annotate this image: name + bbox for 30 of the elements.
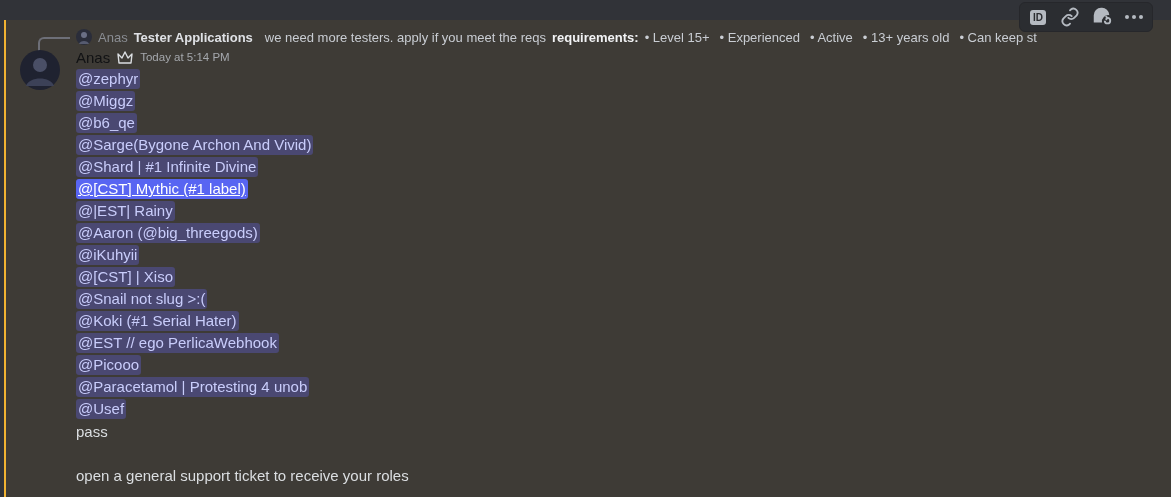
- user-mention[interactable]: @Sarge(Bygone Archon And Vivid): [76, 135, 314, 155]
- message-text: open a general support ticket to receive your roles: [76, 466, 409, 484]
- user-mention[interactable]: @Picooo: [76, 355, 142, 375]
- user-mention[interactable]: @EST // ego PerlicaWebhook: [76, 333, 279, 353]
- user-mention[interactable]: @Paracetamol | Protesting 4 unob: [76, 377, 310, 397]
- user-mention[interactable]: @|EST| Rainy: [76, 201, 175, 221]
- reply-title: Tester Applications: [133, 29, 253, 45]
- message-text: pass: [76, 422, 108, 440]
- user-mention[interactable]: @Koki (#1 Serial Hater): [76, 311, 239, 331]
- user-mention[interactable]: @[CST] Mythic (#1 label): [76, 179, 248, 199]
- user-mention[interactable]: @b6_qe: [76, 113, 137, 133]
- user-mention[interactable]: @Shard | #1 Infinite Divine: [76, 157, 259, 177]
- reply-author[interactable]: Anas: [98, 29, 128, 45]
- reply-item: • Level 15+: [644, 29, 710, 45]
- user-mention[interactable]: @Usef: [76, 399, 127, 419]
- reply-item: • Can keep st: [959, 29, 1037, 45]
- user-mention[interactable]: @Aaron (@big_threegods): [76, 223, 260, 243]
- user-mention[interactable]: @Snail not slug >:(: [76, 289, 208, 309]
- reply-text: we need more testers. apply if you meet the reqs: [264, 29, 546, 45]
- reply-item: • Active: [810, 29, 853, 45]
- user-mention[interactable]: @zephyr: [76, 69, 141, 89]
- avatar: [76, 29, 92, 45]
- user-mention[interactable]: @Miggz: [76, 91, 136, 111]
- reply-label: requirements:: [551, 29, 639, 45]
- user-mention[interactable]: @[CST] | Xiso: [76, 267, 175, 287]
- reply-item: • 13+ years old: [862, 29, 950, 45]
- timestamp: Today at 5:14 PM: [140, 51, 230, 63]
- reply-item: • Experienced: [719, 29, 800, 45]
- user-mention[interactable]: @iKuhyii: [76, 245, 140, 265]
- copy-id-button[interactable]: ID: [1024, 4, 1052, 30]
